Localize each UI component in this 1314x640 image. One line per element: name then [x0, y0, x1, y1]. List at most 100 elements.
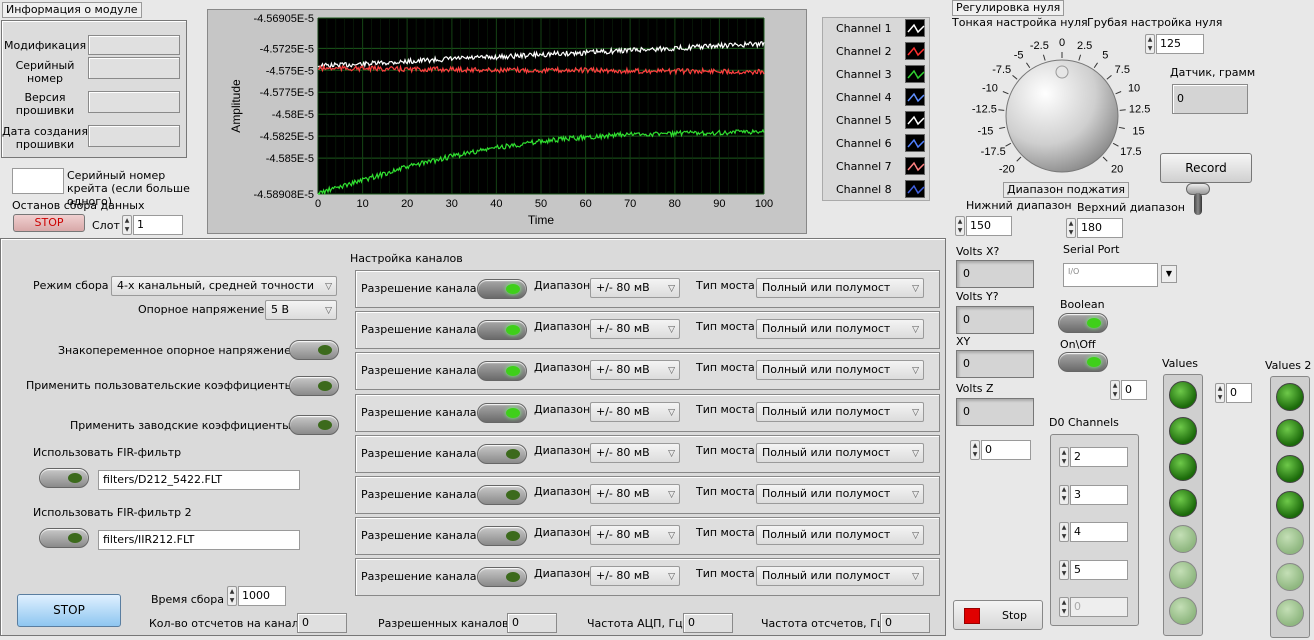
coarse-zero-control[interactable]: ▲ ▼ 125 [1145, 34, 1204, 54]
d0-channel-item[interactable]: ▲ ▼ 3 [1059, 484, 1128, 505]
fine-zero-knob[interactable]: -20 -17.5 -15 -12.5 -10 -7.5-5 -2.5 0 2.5 5 7.5 10 1… [950, 28, 1150, 188]
channel-range-select[interactable]: +/- 80 мВ ▽ [590, 319, 680, 340]
legend-label: Channel 7 [836, 160, 892, 173]
knob-tick [1016, 156, 1022, 162]
fir2-toggle[interactable] [39, 528, 89, 548]
values-led-array [1163, 374, 1203, 636]
channel-bridge-select[interactable]: Полный или полумост ▽ [756, 442, 924, 463]
legend-swatch[interactable] [905, 65, 925, 83]
channel-range-label: Диапазон [534, 402, 591, 416]
channel-range-select[interactable]: +/- 80 мВ ▽ [590, 278, 680, 298]
samples-value: 0 [297, 613, 347, 633]
x-tick-label: 40 [490, 198, 502, 210]
channel-enable-toggle[interactable] [477, 320, 527, 341]
channel-bridge-select[interactable]: Полный или полумост ▽ [756, 525, 924, 546]
channel-bridge-select[interactable]: Полный или полумост ▽ [756, 360, 924, 381]
channel-bridge-select[interactable]: Полный или полумост ▽ [756, 566, 924, 587]
acq-time-control[interactable]: ▲ ▼ 1000 [227, 586, 286, 606]
d0-channel-item[interactable]: ▲ ▼ 5 [1059, 559, 1128, 580]
onoff-toggle[interactable] [1058, 352, 1108, 372]
slot-label: Слот [92, 219, 120, 232]
crate-serial-input[interactable] [12, 168, 64, 194]
legend-swatch[interactable] [905, 42, 925, 60]
fir-path-input[interactable]: filters/D212_5422.FLT [98, 470, 300, 490]
channel-enable-label: Разрешение канала [361, 446, 477, 460]
channel-range-label: Диапазон [534, 567, 591, 581]
x-tick-label: 50 [535, 198, 547, 210]
stop-main-button[interactable]: STOP [17, 594, 121, 627]
channel-range-label: Диапазон [534, 485, 591, 498]
legend-swatch[interactable] [905, 180, 925, 198]
user-coef-toggle[interactable] [289, 376, 339, 396]
record-toggle-switch[interactable] [1186, 183, 1210, 217]
record-button[interactable]: Record [1160, 153, 1252, 183]
channel-range-select[interactable]: +/- 80 мВ ▽ [590, 484, 680, 504]
channel-range-label: Диапазон [534, 361, 591, 375]
chevron-down-icon: ▽ [668, 531, 675, 542]
fir2-path-input[interactable]: filters/IIR212.FLT [98, 530, 300, 550]
channel-range-select[interactable]: +/- 80 мВ ▽ [590, 566, 680, 587]
stop-acq-button[interactable]: STOP [13, 214, 85, 232]
channels-title: Настройка каналов [350, 252, 463, 265]
knob-label: 17.5 [1120, 146, 1141, 158]
knob-label: -20 [999, 163, 1015, 175]
channel-range-select[interactable]: +/- 80 мВ ▽ [590, 401, 680, 422]
legend-swatch[interactable] [905, 19, 925, 37]
channel-bridge-select[interactable]: Полный или полумост ▽ [756, 484, 924, 504]
stop-acq-label: Останов сбора данных [12, 199, 145, 212]
low-range-control[interactable]: ▲ ▼ 150 [955, 216, 1012, 236]
ref-voltage-select[interactable]: 5 В ▽ [265, 300, 337, 320]
values2-index[interactable]: ▲ ▼ 0 [1215, 383, 1252, 403]
knob-label: -12.5 [972, 104, 997, 116]
channel-enable-toggle[interactable] [477, 279, 527, 299]
channel-range-label: Диапазон [534, 320, 591, 334]
volts-x-label: Volts X? [956, 245, 1000, 258]
d0-channel-item[interactable]: ▲ ▼ 0 [1059, 597, 1128, 617]
high-range-control[interactable]: ▲ ▼ 180 [1066, 218, 1123, 238]
channel-range-select[interactable]: +/- 80 мВ ▽ [590, 525, 680, 546]
legend-swatch[interactable] [905, 134, 925, 152]
stop-side-button[interactable]: Stop [953, 600, 1043, 630]
amplitude-graph[interactable]: 0 10 20 30 40 50 60 70 80 90 100 -4.56905E-5 -4.5725… [208, 10, 808, 235]
channel-enable-toggle[interactable] [477, 402, 527, 423]
chevron-down-icon[interactable]: ▼ [1161, 265, 1177, 283]
legend-swatch[interactable] [905, 157, 925, 175]
sample-freq-value: 0 [880, 613, 930, 633]
x-tick-label: 20 [401, 198, 413, 210]
boolean-toggle[interactable] [1058, 313, 1108, 333]
led-indicator [1169, 489, 1197, 517]
channel-range-select[interactable]: +/- 80 мВ ▽ [590, 360, 680, 381]
channel-bridge-select[interactable]: Полный или полумост ▽ [756, 278, 924, 298]
values2-led-array [1270, 376, 1310, 638]
values-index[interactable]: ▲ ▼ 0 [1110, 380, 1147, 400]
d0-index[interactable]: ▲ ▼ 0 [970, 440, 1031, 460]
channel-bridge-select[interactable]: Полный или полумост ▽ [756, 401, 924, 422]
d0-channel-item[interactable]: ▲ ▼ 4 [1059, 522, 1128, 542]
channel-bridge-select[interactable]: Полный или полумост ▽ [756, 319, 924, 340]
factory-coef-toggle[interactable] [289, 415, 339, 435]
channel-enable-toggle[interactable] [477, 361, 527, 382]
knob-tick [1102, 156, 1108, 162]
legend-swatch[interactable] [905, 88, 925, 106]
fir-toggle[interactable] [39, 468, 89, 488]
legend-label: Channel 5 [836, 114, 892, 127]
mode-select[interactable]: 4-х канальный, средней точности ▽ [111, 276, 337, 296]
field-firmware [88, 91, 180, 113]
serial-port-select[interactable]: I/O ▼ [1063, 263, 1177, 287]
channel-enable-toggle[interactable] [477, 443, 527, 464]
fir2-label: Использовать FIR-фильтр 2 [33, 506, 192, 519]
slot-control[interactable]: ▲ ▼ 1 [122, 215, 183, 235]
plot-legend: Channel 1 Channel 2 Channel 3 Channel 4 Chan… [822, 17, 930, 201]
knob-tick [1112, 142, 1119, 147]
channel-range-select[interactable]: +/- 80 мВ ▽ [590, 442, 680, 463]
module-info-title: Информация о модуле [2, 2, 142, 18]
d0-channel-item[interactable]: ▲ ▼ 2 [1059, 447, 1128, 467]
channel-enable-toggle[interactable] [477, 485, 527, 505]
channel-enable-toggle[interactable] [477, 567, 527, 588]
legend-swatch[interactable] [905, 111, 925, 129]
adc-freq-value: 0 [683, 613, 733, 633]
high-range-label: Верхний диапазон [1077, 201, 1185, 214]
channel-enable-toggle[interactable] [477, 526, 527, 547]
alt-ref-toggle[interactable] [289, 340, 339, 360]
y-tick-label: -4.575E-5 [266, 65, 314, 77]
